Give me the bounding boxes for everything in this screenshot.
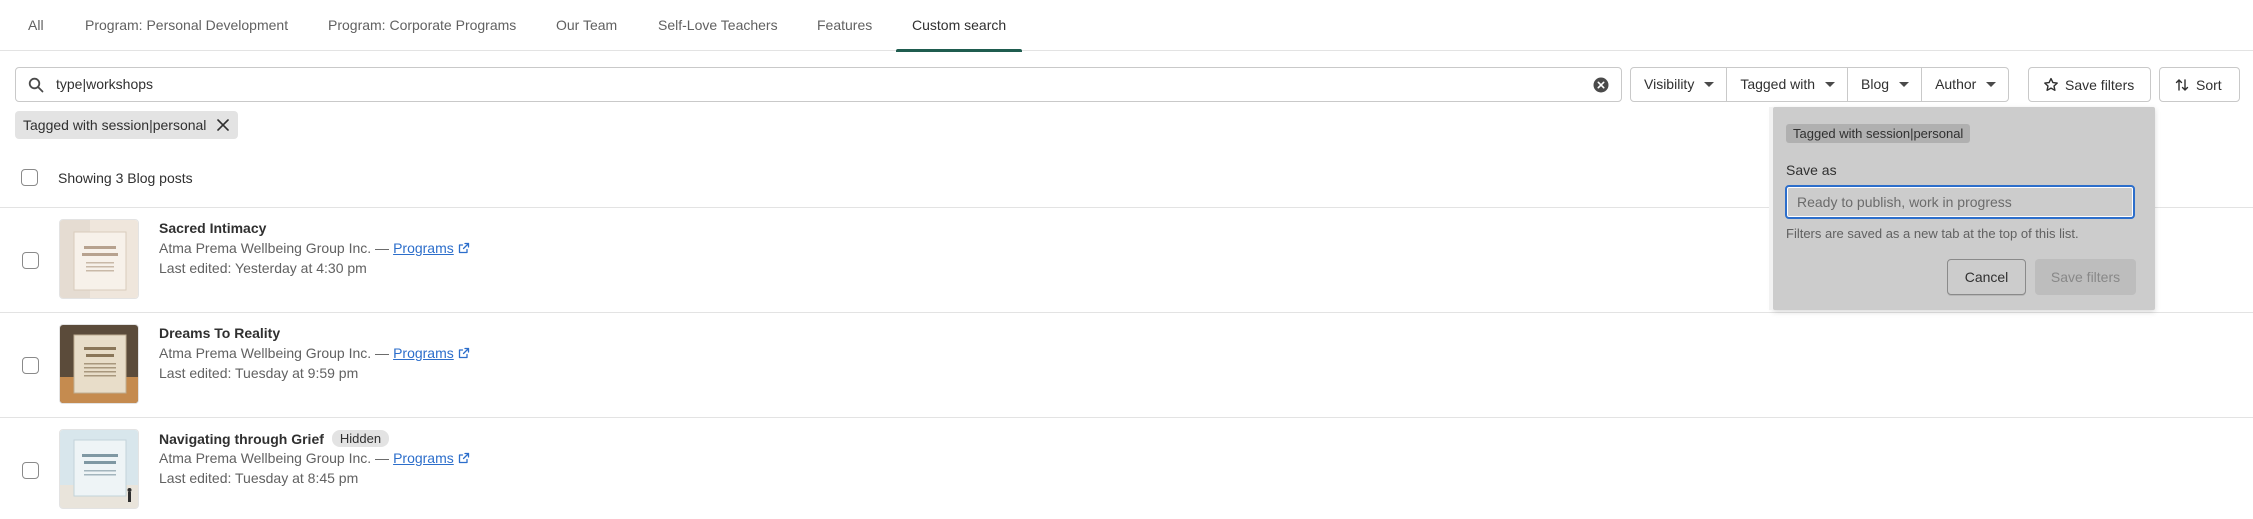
last-edited: Last edited: Tuesday at 9:59 pm — [159, 365, 359, 381]
filter-label: Blog — [1861, 76, 1890, 92]
post-thumbnail — [59, 324, 139, 404]
tab-custom-search[interactable]: Custom search — [895, 0, 1023, 52]
tab-our-team[interactable]: Our Team — [556, 0, 617, 51]
caret-down-icon — [1825, 82, 1836, 87]
save-filters-button[interactable]: Save filters — [2028, 67, 2151, 102]
select-all-checkbox[interactable] — [21, 169, 38, 186]
tab-self-love-teachers[interactable]: Self-Love Teachers — [658, 0, 778, 51]
row-checkbox[interactable] — [22, 462, 39, 479]
popover-filter-chip: Tagged with session|personal — [1786, 124, 1971, 143]
post-thumbnail — [59, 219, 139, 299]
tab-bar: All Program: Personal Development Progra… — [0, 0, 2253, 52]
post-thumbnail — [59, 429, 139, 509]
star-icon — [2044, 77, 2058, 91]
tab-all[interactable]: All — [28, 0, 44, 51]
blog-link[interactable]: Programs — [393, 450, 454, 466]
visibility-filter-button[interactable]: Visibility — [1631, 68, 1728, 101]
sort-label: Sort — [2196, 76, 2222, 93]
post-title[interactable]: Dreams To Reality — [159, 325, 280, 341]
save-as-input[interactable] — [1787, 187, 2133, 217]
company-name: Atma Prema Wellbeing Group Inc. — — [159, 345, 390, 361]
company-name: Atma Prema Wellbeing Group Inc. — — [159, 450, 390, 466]
hidden-badge: Hidden — [331, 430, 390, 447]
external-link-icon — [458, 452, 469, 464]
author-filter-button[interactable]: Author — [1922, 68, 2008, 101]
save-as-help-text: Filters are saved as a new tab at the to… — [1786, 226, 2079, 241]
post-meta: Atma Prema Wellbeing Group Inc. — Progra… — [159, 240, 470, 256]
last-edited: Last edited: Yesterday at 4:30 pm — [159, 260, 367, 276]
save-filters-label: Save filters — [2065, 76, 2135, 93]
sort-arrows-icon — [2175, 78, 2189, 91]
post-title[interactable]: Navigating through Grief Hidden — [159, 430, 390, 447]
filter-label: Visibility — [1644, 76, 1695, 92]
blog-link[interactable]: Programs — [393, 345, 454, 361]
post-meta: Atma Prema Wellbeing Group Inc. — Progra… — [159, 345, 470, 361]
tab-program-corporate-programs[interactable]: Program: Corporate Programs — [328, 0, 516, 51]
save-filters-popover: Tagged with session|personal Save as Fil… — [1769, 107, 2155, 310]
tab-program-personal-development[interactable]: Program: Personal Development — [85, 0, 288, 51]
post-title-text: Dreams To Reality — [159, 325, 281, 341]
post-title[interactable]: Sacred Intimacy — [159, 220, 266, 236]
post-title-text: Sacred Intimacy — [159, 220, 267, 236]
row-checkbox[interactable] — [22, 357, 39, 374]
search-field[interactable]: type|workshops — [15, 67, 1622, 102]
external-link-icon — [458, 347, 469, 359]
save-as-field[interactable] — [1785, 185, 2135, 219]
company-name: Atma Prema Wellbeing Group Inc. — — [159, 240, 390, 256]
caret-down-icon — [1704, 82, 1715, 87]
caret-down-icon — [1986, 82, 1997, 87]
tab-features[interactable]: Features — [817, 0, 872, 51]
post-meta: Atma Prema Wellbeing Group Inc. — Progra… — [159, 450, 470, 466]
row-checkbox[interactable] — [22, 252, 39, 269]
filter-label: Author — [1935, 76, 1977, 92]
save-as-label: Save as — [1786, 162, 1837, 178]
filter-label: Tagged with — [1740, 76, 1816, 92]
search-icon — [28, 77, 44, 93]
clear-search-icon[interactable] — [1593, 77, 1609, 93]
applied-filter-label: Tagged with session|personal — [23, 117, 207, 133]
filter-group: Visibility Tagged with Blog Author — [1630, 67, 2010, 102]
cancel-button[interactable]: Cancel — [1947, 259, 2026, 295]
search-input[interactable]: type|workshops — [56, 68, 153, 101]
last-edited: Last edited: Tuesday at 8:45 pm — [159, 470, 359, 486]
blog-filter-button[interactable]: Blog — [1848, 68, 1923, 101]
remove-filter-icon[interactable] — [216, 118, 230, 132]
external-link-icon — [458, 242, 469, 254]
table-row[interactable]: Dreams To Reality Atma Prema Wellbeing G… — [0, 313, 2253, 418]
sort-button[interactable]: Sort — [2159, 67, 2240, 102]
caret-down-icon — [1899, 82, 1910, 87]
tagged-with-filter-button[interactable]: Tagged with — [1727, 68, 1849, 101]
post-title-text: Navigating through Grief — [159, 430, 324, 447]
blog-link[interactable]: Programs — [393, 240, 454, 256]
table-row[interactable]: Navigating through Grief Hidden Atma Pre… — [0, 418, 2253, 519]
applied-filter-chip: Tagged with session|personal — [15, 111, 239, 139]
popover-save-filters-button[interactable]: Save filters — [2035, 259, 2136, 295]
results-count: Showing 3 Blog posts — [58, 170, 193, 186]
